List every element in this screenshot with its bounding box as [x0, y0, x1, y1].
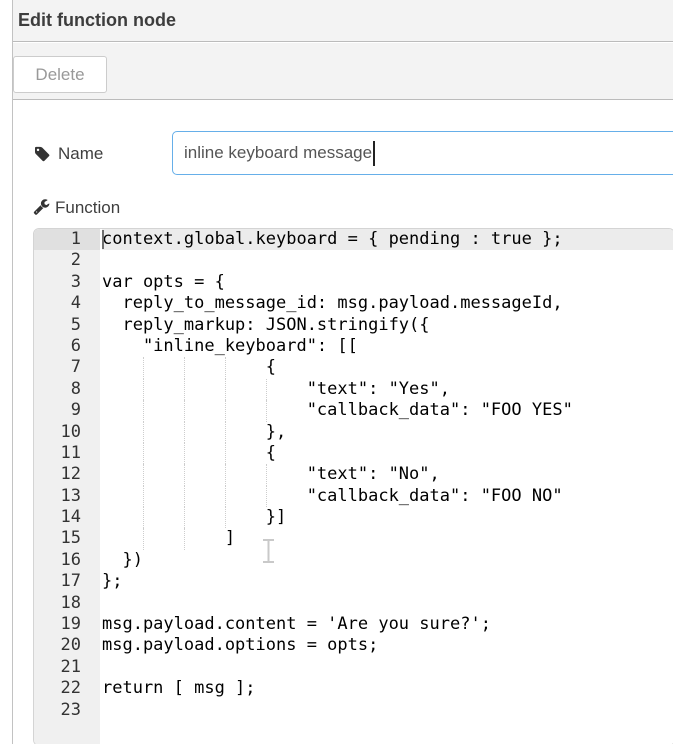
gutter-line-number: 18 — [34, 593, 100, 614]
indent-guide — [225, 357, 226, 378]
code-line[interactable] — [102, 700, 673, 721]
page-title: Edit function node — [13, 0, 673, 41]
gutter-line-number: 12 — [34, 464, 100, 485]
code-line[interactable]: }; — [102, 571, 673, 592]
gutter-line-number: 13 — [34, 486, 100, 507]
gutter-line-number: 8 — [34, 379, 100, 400]
gutter-line-number: 20 — [34, 635, 100, 656]
code-line[interactable]: }, — [102, 422, 673, 443]
edit-function-node-dialog: Edit function node Delete Name inline ke… — [0, 0, 673, 744]
gutter-line-number: 5 — [34, 315, 100, 336]
indent-guide — [143, 400, 144, 421]
tag-icon — [35, 145, 52, 162]
input-text-caret — [373, 141, 375, 166]
name-input[interactable]: inline keyboard message — [172, 131, 673, 175]
code-line[interactable] — [102, 657, 673, 678]
indent-guide — [266, 379, 267, 400]
code-line[interactable]: }) — [102, 550, 673, 571]
gutter-line-number: 19 — [34, 614, 100, 635]
indent-guide — [184, 357, 185, 378]
gutter-line-number: 9 — [34, 400, 100, 421]
indent-guide — [266, 464, 267, 485]
wrench-icon — [33, 198, 50, 215]
code-line[interactable]: "text": "Yes", — [102, 379, 673, 400]
indent-guide — [184, 528, 185, 549]
indent-guide — [225, 422, 226, 443]
indent-guide — [184, 507, 185, 528]
indent-guide — [225, 400, 226, 421]
indent-guide — [184, 443, 185, 464]
code-line[interactable]: }] — [102, 507, 673, 528]
gutter-line-number: 6 — [34, 336, 100, 357]
code-line[interactable]: msg.payload.options = opts; — [102, 635, 673, 656]
code-line[interactable] — [102, 593, 673, 614]
function-field-label: Function — [55, 198, 120, 218]
gutter-line-number: 4 — [34, 293, 100, 314]
gutter-line-number: 21 — [34, 657, 100, 678]
indent-guide — [143, 528, 144, 549]
name-field-label: Name — [58, 144, 103, 164]
indent-guide — [266, 400, 267, 421]
indent-guide — [225, 379, 226, 400]
code-line[interactable]: context.global.keyboard = { pending : tr… — [102, 229, 673, 250]
gutter-line-number: 15 — [34, 528, 100, 549]
gutter-line-number: 3 — [34, 272, 100, 293]
indent-guide — [184, 400, 185, 421]
code-line[interactable]: reply_to_message_id: msg.payload.message… — [102, 293, 673, 314]
gutter-line-number: 23 — [34, 700, 100, 721]
dialog-header: Edit function node — [13, 0, 673, 42]
indent-guide — [184, 379, 185, 400]
code-line[interactable]: { — [102, 443, 673, 464]
gutter-line-number: 7 — [34, 357, 100, 378]
gutter-line-number: 1 — [34, 229, 100, 250]
code-line[interactable] — [102, 250, 673, 271]
name-input-value: inline keyboard message — [184, 143, 372, 163]
indent-guide — [184, 464, 185, 485]
indent-guide — [225, 464, 226, 485]
code-line[interactable]: "callback_data": "FOO NO" — [102, 486, 673, 507]
code-editor[interactable]: 1234567891011121314151617181920212223 co… — [33, 228, 673, 744]
indent-guide — [143, 379, 144, 400]
indent-guide — [143, 486, 144, 507]
gutter-line-number: 22 — [34, 678, 100, 699]
gutter-line-number: 2 — [34, 250, 100, 271]
code-line[interactable]: { — [102, 357, 673, 378]
indent-guide — [143, 422, 144, 443]
indent-guide — [225, 443, 226, 464]
code-line[interactable]: ] — [102, 528, 673, 549]
code-line[interactable]: var opts = { — [102, 272, 673, 293]
editor-code-area[interactable]: context.global.keyboard = { pending : tr… — [100, 229, 673, 744]
code-line[interactable]: return [ msg ]; — [102, 678, 673, 699]
dialog-toolbar: Delete — [13, 43, 673, 100]
code-line[interactable]: msg.payload.content = 'Are you sure?'; — [102, 614, 673, 635]
tray-left-border — [12, 0, 13, 744]
gutter-line-number: 11 — [34, 443, 100, 464]
code-line[interactable]: reply_markup: JSON.stringify({ — [102, 315, 673, 336]
code-line[interactable]: "inline_keyboard": [[ — [102, 336, 673, 357]
indent-guide — [266, 486, 267, 507]
indent-guide — [225, 486, 226, 507]
gutter-line-number: 10 — [34, 422, 100, 443]
code-line[interactable]: "callback_data": "FOO YES" — [102, 400, 673, 421]
editor-text-cursor — [102, 230, 104, 249]
indent-guide — [184, 422, 185, 443]
indent-guide — [143, 357, 144, 378]
gutter-line-number: 17 — [34, 571, 100, 592]
mouse-ibeam-cursor — [260, 538, 277, 564]
indent-guide — [143, 464, 144, 485]
indent-guide — [143, 507, 144, 528]
gutter-line-number: 14 — [34, 507, 100, 528]
code-line[interactable]: "text": "No", — [102, 464, 673, 485]
indent-guide — [184, 486, 185, 507]
indent-guide — [143, 443, 144, 464]
editor-gutter: 1234567891011121314151617181920212223 — [34, 229, 100, 744]
indent-guide — [225, 507, 226, 528]
gutter-line-number: 16 — [34, 550, 100, 571]
delete-button[interactable]: Delete — [13, 56, 107, 93]
